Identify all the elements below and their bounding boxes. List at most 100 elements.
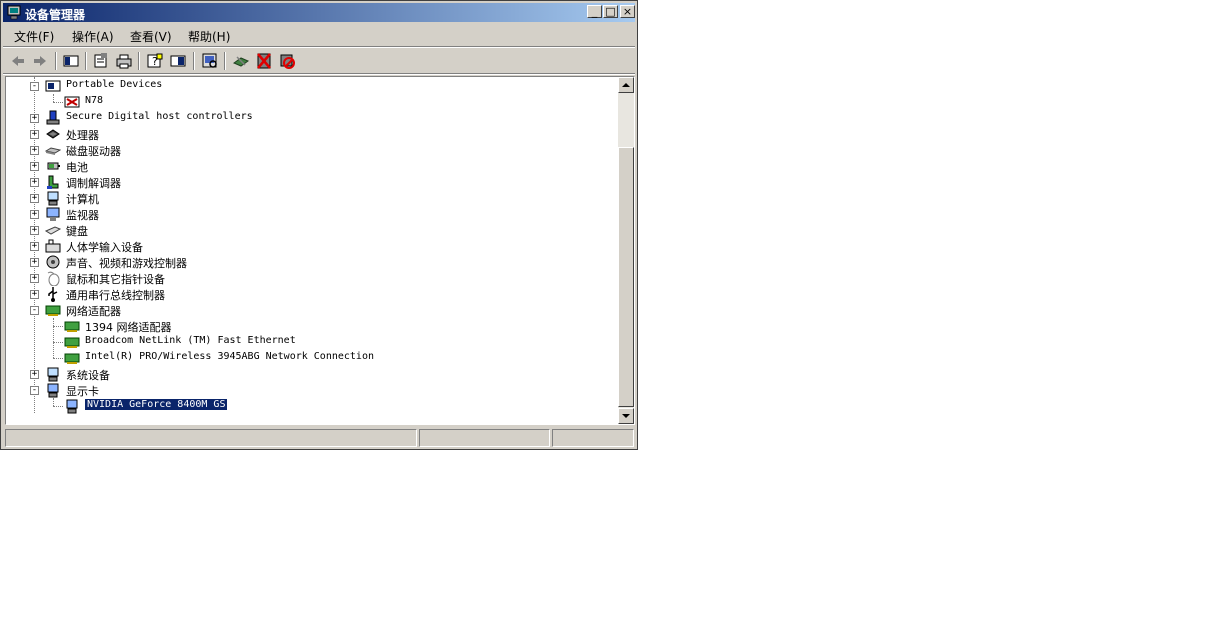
arrow-down-icon	[622, 414, 630, 418]
expand-toggle[interactable]: +	[30, 210, 39, 219]
help-icon[interactable]: ?	[146, 52, 164, 70]
tree-item-label: 网络适配器	[66, 305, 121, 318]
tree-category[interactable]: - 显示卡	[6, 382, 606, 398]
expand-toggle[interactable]: +	[30, 370, 39, 379]
tree-item-label: 处理器	[66, 129, 99, 142]
device-manager-window: 设备管理器 _ □ × 文件(F) 操作(A) 查看(V) 帮助(H) ? - …	[0, 0, 638, 450]
sd-controller-icon	[46, 110, 60, 125]
tree-item-label: Broadcom NetLink (TM) Fast Ethernet	[85, 335, 296, 346]
tree-device[interactable]: Broadcom NetLink (TM) Fast Ethernet	[6, 334, 606, 350]
processor-icon	[46, 129, 60, 139]
expand-toggle[interactable]: +	[30, 290, 39, 299]
modem-icon	[47, 175, 59, 189]
scroll-down-button[interactable]	[618, 408, 634, 424]
close-button[interactable]: ×	[620, 5, 635, 18]
expand-toggle[interactable]: +	[30, 194, 39, 203]
menu-view[interactable]: 查看(V)	[130, 28, 172, 45]
battery-icon	[47, 162, 60, 170]
maximize-button[interactable]: □	[603, 5, 618, 18]
tree-category[interactable]: + 监视器	[6, 206, 606, 222]
mouse-icon	[47, 271, 60, 286]
scroll-up-button[interactable]	[618, 77, 634, 93]
network-card-icon	[64, 353, 80, 364]
tree-item-label: Secure Digital host controllers	[66, 111, 253, 122]
tree-item-label: Portable Devices	[66, 79, 163, 90]
tree-category[interactable]: + 调制解调器	[6, 174, 606, 190]
forward-icon[interactable]	[31, 52, 49, 70]
console-view-icon[interactable]	[169, 52, 187, 70]
expand-toggle[interactable]: +	[30, 130, 39, 139]
tree-device[interactable]: N78	[6, 94, 606, 110]
status-pane-3	[552, 429, 634, 447]
expand-toggle[interactable]: +	[30, 258, 39, 267]
tree-item-label: 显示卡	[66, 385, 99, 398]
uninstall-icon[interactable]	[255, 52, 273, 70]
properties-icon[interactable]	[92, 52, 110, 70]
tree-category[interactable]: + 磁盘驱动器	[6, 142, 606, 158]
hid-icon	[45, 239, 61, 253]
display-adapter-icon	[47, 383, 59, 398]
back-icon[interactable]	[9, 52, 27, 70]
disable-icon[interactable]	[278, 52, 296, 70]
expand-toggle[interactable]: +	[30, 274, 39, 283]
tree-item-label: 监视器	[66, 209, 99, 222]
tree-category[interactable]: + 鼠标和其它指针设备	[6, 270, 606, 286]
show-hide-tree-icon[interactable]	[62, 52, 80, 70]
toolbar-separator	[193, 52, 195, 70]
tree-device[interactable]: NVIDIA GeForce 8400M GS	[6, 398, 606, 414]
tree-category[interactable]: + 处理器	[6, 126, 606, 142]
tree-item-label: 鼠标和其它指针设备	[66, 273, 165, 286]
menu-file[interactable]: 文件(F)	[14, 28, 54, 45]
tree-device[interactable]: 1394 网络适配器	[6, 318, 606, 334]
expand-toggle[interactable]: +	[30, 178, 39, 187]
usb-icon	[48, 287, 58, 302]
minimize-button[interactable]: _	[587, 5, 602, 18]
collapse-toggle[interactable]: -	[30, 82, 39, 91]
tree-item-label: 磁盘驱动器	[66, 145, 121, 158]
tree-category[interactable]: - Portable Devices	[6, 78, 606, 94]
tree-category[interactable]: + 计算机	[6, 190, 606, 206]
tree-category[interactable]: + 系统设备	[6, 366, 606, 382]
tree-category[interactable]: + 电池	[6, 158, 606, 174]
tree-category[interactable]: + 人体学输入设备	[6, 238, 606, 254]
monitor-icon	[46, 207, 60, 221]
network-card-icon	[64, 337, 80, 348]
menu-help[interactable]: 帮助(H)	[188, 28, 230, 45]
expand-toggle[interactable]: +	[30, 114, 39, 123]
menu-action[interactable]: 操作(A)	[72, 28, 114, 45]
scroll-thumb[interactable]	[618, 147, 634, 407]
expand-toggle[interactable]: +	[30, 226, 39, 235]
expand-toggle[interactable]: +	[30, 146, 39, 155]
collapse-toggle[interactable]: -	[30, 306, 39, 315]
tree-item-label: Intel(R) PRO/Wireless 3945ABG Network Co…	[85, 351, 374, 362]
toolbar-separator	[85, 52, 87, 70]
device-tree-content: - Portable Devices N78 + Secure Digital host…	[6, 77, 620, 424]
tree-category[interactable]: + 键盘	[6, 222, 606, 238]
toolbar-separator	[55, 52, 57, 70]
collapse-toggle[interactable]: -	[30, 386, 39, 395]
window-title: 设备管理器	[25, 8, 86, 22]
title-bar[interactable]: 设备管理器 _ □ ×	[3, 3, 635, 22]
scan-hardware-icon[interactable]	[201, 52, 219, 70]
computer-icon	[47, 191, 59, 206]
tree-item-label: 调制解调器	[66, 177, 121, 190]
tree-category[interactable]: + 声音、视频和游戏控制器	[6, 254, 606, 270]
menu-bar: 文件(F) 操作(A) 查看(V) 帮助(H)	[3, 24, 635, 46]
device-manager-icon	[7, 5, 21, 20]
toolbar-separator	[224, 52, 226, 70]
tree-item-label: 声音、视频和游戏控制器	[66, 257, 187, 270]
update-driver-icon[interactable]	[232, 52, 250, 70]
network-card-icon	[64, 321, 80, 332]
vertical-scrollbar[interactable]	[618, 77, 634, 424]
expand-toggle[interactable]: +	[30, 162, 39, 171]
status-pane-2	[419, 429, 550, 447]
tree-category[interactable]: + 通用串行总线控制器	[6, 286, 606, 302]
disk-drive-icon	[45, 147, 61, 155]
tree-item-label: 人体学输入设备	[66, 241, 143, 254]
tree-category[interactable]: + Secure Digital host controllers	[6, 110, 606, 126]
print-icon[interactable]	[115, 52, 133, 70]
tree-device[interactable]: Intel(R) PRO/Wireless 3945ABG Network Co…	[6, 350, 606, 366]
device-tree[interactable]: - Portable Devices N78 + Secure Digital host…	[5, 76, 635, 425]
expand-toggle[interactable]: +	[30, 242, 39, 251]
tree-category[interactable]: - 网络适配器	[6, 302, 606, 318]
